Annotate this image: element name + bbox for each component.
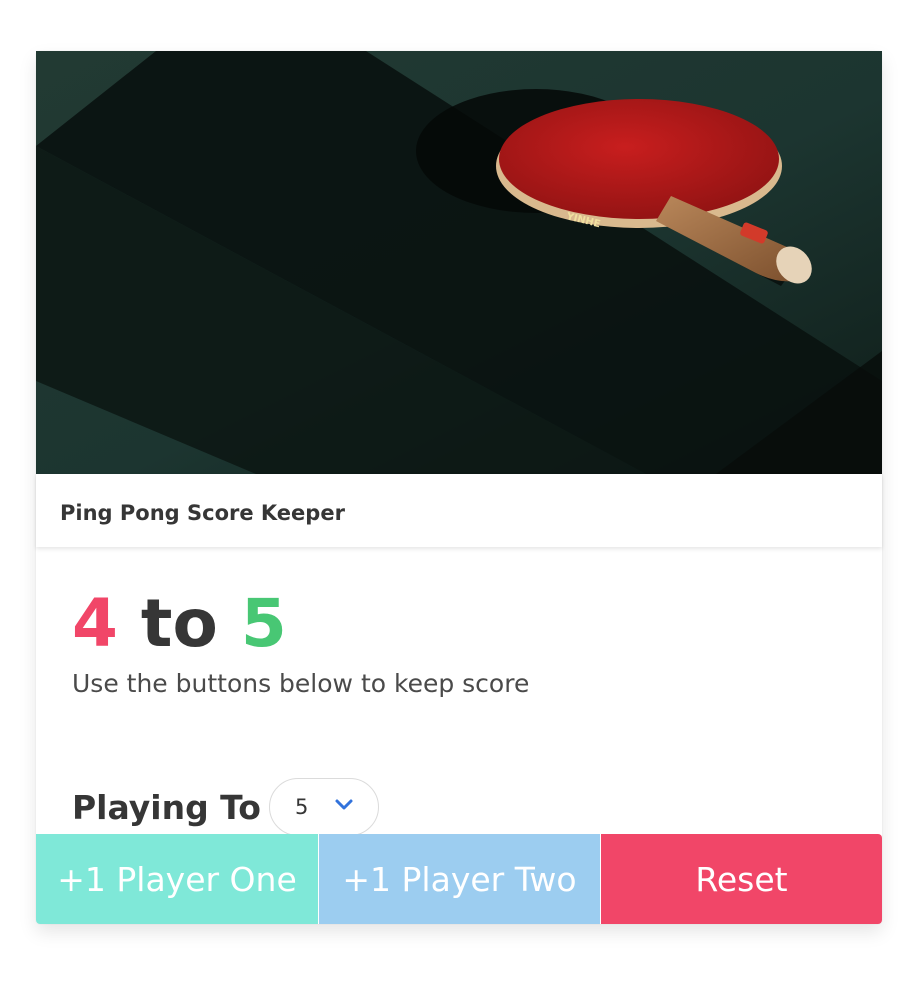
playing-to-label: Playing To [72,787,261,827]
player-two-plus-button[interactable]: +1 Player Two [318,834,600,924]
player-one-score: 4 [72,585,118,662]
playing-to-selected-value: 5 [294,795,309,819]
ping-pong-paddle-photo: YINHE [36,51,882,474]
card-header-title: Ping Pong Score Keeper [60,500,345,525]
score-keeper-card: YINHE Ping Pong Score Keeper 4 to 5 Use … [36,51,882,924]
card-header: Ping Pong Score Keeper [36,474,882,547]
playing-to-select[interactable]: 5 [268,778,379,836]
card-content: 4 to 5 Use the buttons below to keep sco… [72,591,852,836]
playing-to-row: Playing To 5 [72,777,379,837]
card-footer: +1 Player One +1 Player Two Reset [36,834,882,924]
score-separator: to [140,585,218,662]
score-subtitle: Use the buttons below to keep score [72,669,530,698]
reset-button[interactable]: Reset [600,834,882,924]
player-two-score: 5 [240,585,287,662]
chevron-down-icon [334,795,354,815]
player-one-plus-button[interactable]: +1 Player One [36,834,318,924]
score-display: 4 to 5 [72,591,852,661]
